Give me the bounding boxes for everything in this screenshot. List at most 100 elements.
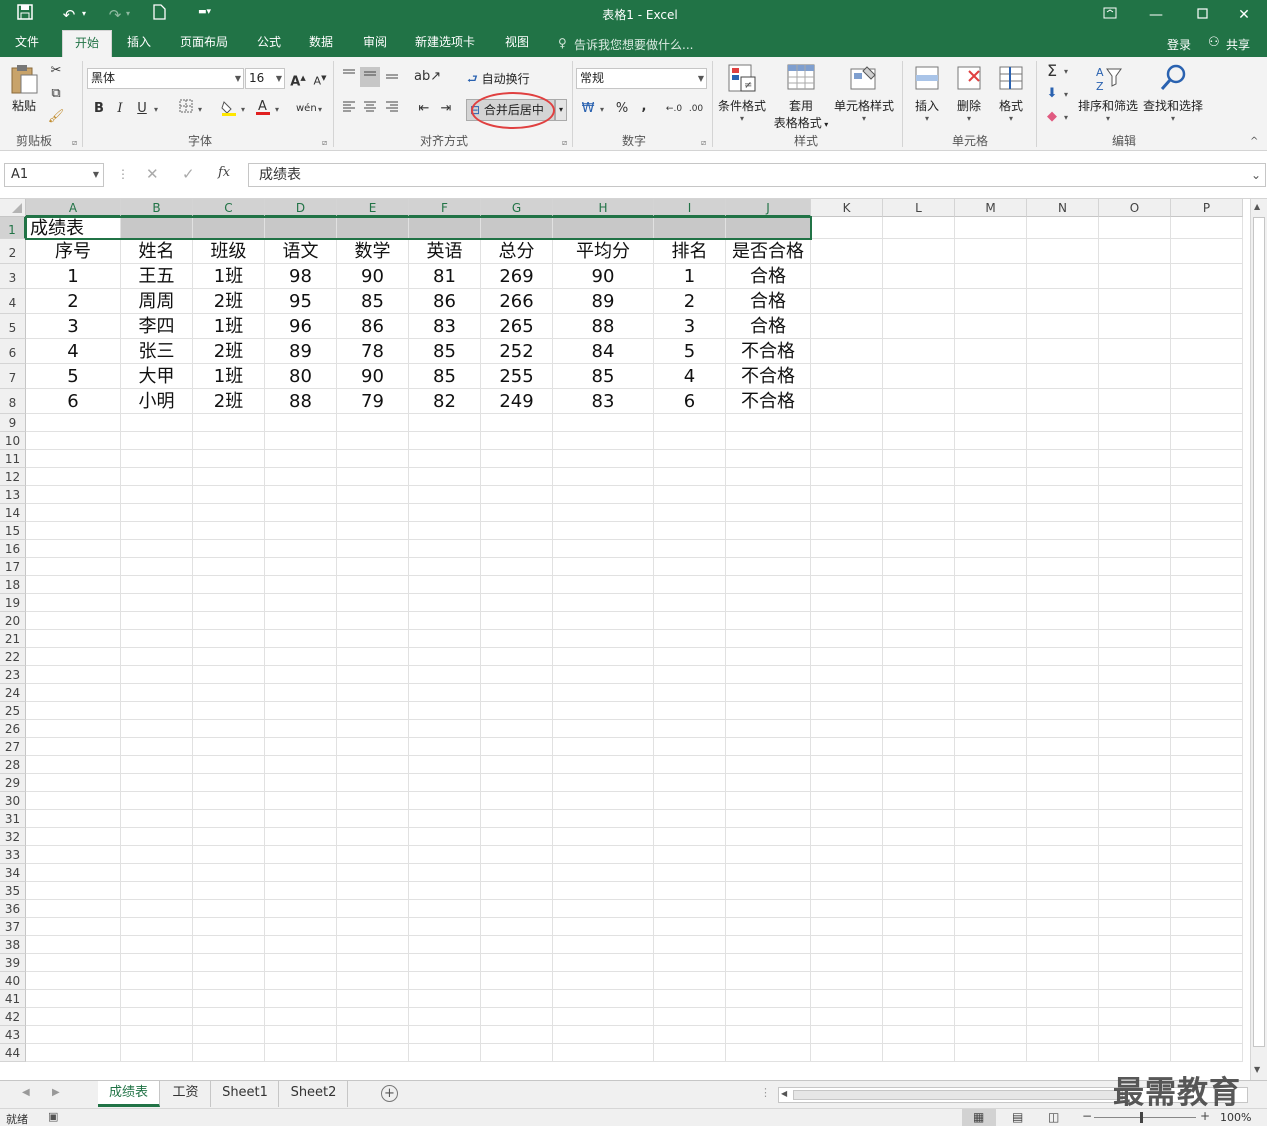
cell[interactable] — [1099, 738, 1171, 756]
dialog-launcher-icon[interactable]: ⧄ — [562, 138, 567, 148]
cell[interactable] — [1171, 1008, 1243, 1026]
cell[interactable] — [409, 576, 481, 594]
cell[interactable] — [726, 936, 811, 954]
cell[interactable] — [955, 239, 1027, 264]
table-cell[interactable]: 88 — [265, 389, 337, 414]
table-cell[interactable]: 2班 — [193, 389, 265, 414]
row-header[interactable]: 39 — [0, 954, 26, 972]
cell[interactable] — [955, 900, 1027, 918]
cell[interactable] — [121, 612, 193, 630]
table-cell[interactable]: 5 — [654, 339, 726, 364]
cell[interactable] — [1171, 414, 1243, 432]
cell[interactable] — [811, 882, 883, 900]
dialog-launcher-icon[interactable]: ⧄ — [72, 138, 77, 148]
cell[interactable] — [1099, 389, 1171, 414]
undo-icon[interactable]: ↶ — [58, 4, 80, 26]
cell[interactable] — [481, 774, 553, 792]
cell[interactable] — [883, 702, 955, 720]
cell[interactable] — [1171, 289, 1243, 314]
cell[interactable] — [955, 792, 1027, 810]
cell[interactable] — [121, 846, 193, 864]
table-cell[interactable]: 95 — [265, 289, 337, 314]
row-header[interactable]: 3 — [0, 264, 26, 289]
cell[interactable] — [883, 684, 955, 702]
cell[interactable] — [654, 684, 726, 702]
cell[interactable] — [883, 364, 955, 389]
cell[interactable] — [1027, 339, 1099, 364]
cell[interactable] — [654, 666, 726, 684]
cell[interactable] — [481, 990, 553, 1008]
table-cell[interactable]: 周周 — [121, 289, 193, 314]
cell[interactable] — [481, 217, 553, 239]
cell[interactable] — [654, 756, 726, 774]
cell[interactable] — [811, 264, 883, 289]
cell[interactable] — [883, 612, 955, 630]
cell[interactable] — [883, 774, 955, 792]
cell[interactable] — [121, 684, 193, 702]
cell[interactable] — [337, 738, 409, 756]
cell[interactable] — [726, 486, 811, 504]
table-cell[interactable]: 张三 — [121, 339, 193, 364]
column-header-N[interactable]: N — [1027, 199, 1099, 217]
cell[interactable] — [26, 774, 121, 792]
cell[interactable] — [1027, 389, 1099, 414]
cell[interactable] — [1099, 264, 1171, 289]
cell[interactable] — [1099, 648, 1171, 666]
cell[interactable] — [1027, 558, 1099, 576]
row-header[interactable]: 32 — [0, 828, 26, 846]
increase-decimal-icon[interactable]: ←.0 — [664, 99, 684, 119]
cell[interactable] — [811, 576, 883, 594]
cell[interactable] — [883, 738, 955, 756]
cell[interactable] — [26, 990, 121, 1008]
cell[interactable] — [193, 576, 265, 594]
cell[interactable] — [553, 918, 654, 936]
cell[interactable] — [481, 846, 553, 864]
cell[interactable] — [1171, 1044, 1243, 1062]
tab-formulas[interactable]: 公式 — [246, 30, 292, 57]
cell[interactable] — [726, 1026, 811, 1044]
cell[interactable] — [337, 540, 409, 558]
vertical-scrollbar[interactable]: ▲ ▼ — [1250, 199, 1267, 1080]
cell[interactable] — [955, 630, 1027, 648]
column-header-C[interactable]: C — [193, 199, 265, 217]
cell[interactable] — [1099, 720, 1171, 738]
cell[interactable] — [1171, 828, 1243, 846]
cell[interactable] — [337, 972, 409, 990]
cell[interactable] — [481, 648, 553, 666]
cell[interactable] — [481, 432, 553, 450]
cell[interactable] — [883, 339, 955, 364]
cell[interactable] — [1171, 576, 1243, 594]
cell[interactable] — [409, 630, 481, 648]
cell[interactable] — [1099, 972, 1171, 990]
cell[interactable] — [26, 450, 121, 468]
cell[interactable] — [26, 594, 121, 612]
cell[interactable] — [1027, 810, 1099, 828]
cell[interactable] — [26, 666, 121, 684]
cell[interactable] — [726, 828, 811, 846]
cell[interactable] — [481, 558, 553, 576]
cell[interactable] — [883, 882, 955, 900]
number-format-select[interactable]: 常规 ▼ — [576, 68, 707, 89]
cell[interactable] — [553, 468, 654, 486]
cell[interactable] — [1099, 414, 1171, 432]
cell[interactable] — [955, 648, 1027, 666]
italic-button[interactable]: I — [110, 99, 130, 119]
cell[interactable] — [481, 684, 553, 702]
cell[interactable] — [955, 289, 1027, 314]
cell[interactable] — [409, 702, 481, 720]
cell[interactable] — [955, 702, 1027, 720]
cell[interactable] — [955, 264, 1027, 289]
cell[interactable] — [553, 810, 654, 828]
row-header[interactable]: 41 — [0, 990, 26, 1008]
cell[interactable] — [1099, 1008, 1171, 1026]
cell[interactable] — [409, 864, 481, 882]
format-cells-button[interactable]: 格式 ▾ — [990, 63, 1032, 123]
row-header[interactable]: 34 — [0, 864, 26, 882]
column-header-I[interactable]: I — [654, 199, 726, 217]
cell[interactable] — [654, 486, 726, 504]
cell[interactable] — [481, 954, 553, 972]
cell[interactable] — [121, 990, 193, 1008]
table-cell[interactable]: 89 — [265, 339, 337, 364]
cell[interactable] — [409, 738, 481, 756]
cell[interactable] — [1099, 666, 1171, 684]
